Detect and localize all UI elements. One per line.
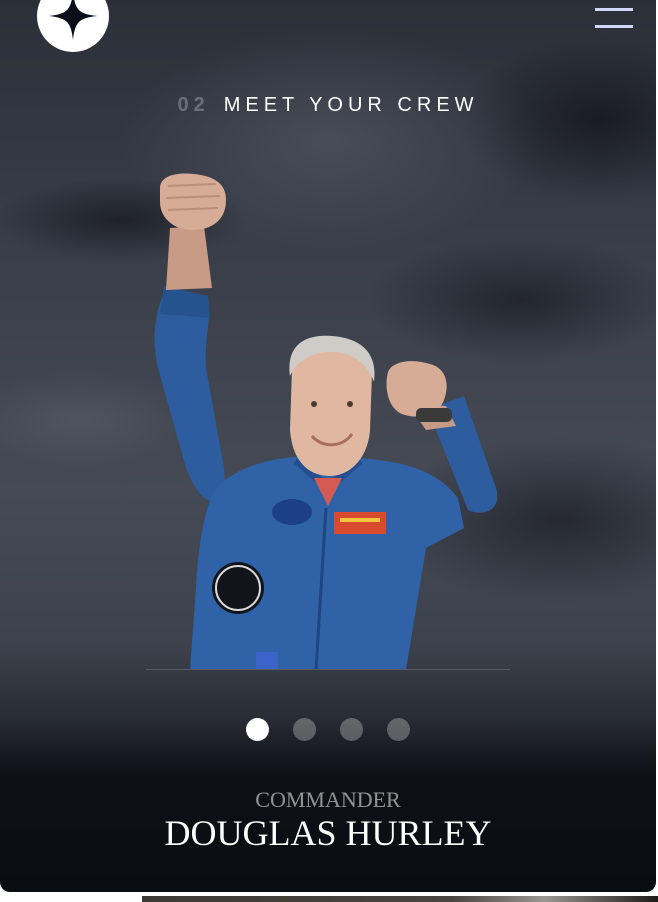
crew-name: DOUGLAS HURLEY (164, 813, 492, 853)
compass-star-icon (49, 0, 97, 40)
crew-page: 02 MEET YOUR CREW COMMANDER DOUGLAS HURL… (0, 0, 656, 892)
page-title: MEET YOUR CREW (223, 94, 479, 116)
carousel-dot-2[interactable] (293, 718, 316, 741)
carousel-dot-1[interactable] (246, 718, 269, 741)
hamburger-menu-icon[interactable] (595, 6, 633, 30)
crew-role: COMMANDER (255, 787, 401, 812)
page-number: 02 (177, 94, 210, 116)
portrait-divider (146, 669, 510, 670)
carousel-dot-3[interactable] (340, 718, 363, 741)
carousel-dot-4[interactable] (387, 718, 410, 741)
logo[interactable] (37, 0, 109, 52)
taskbar-strip (142, 896, 658, 902)
page-heading: 02 MEET YOUR CREW (0, 94, 656, 117)
astronaut-portrait (154, 173, 498, 670)
crew-carousel-dots (0, 718, 656, 741)
